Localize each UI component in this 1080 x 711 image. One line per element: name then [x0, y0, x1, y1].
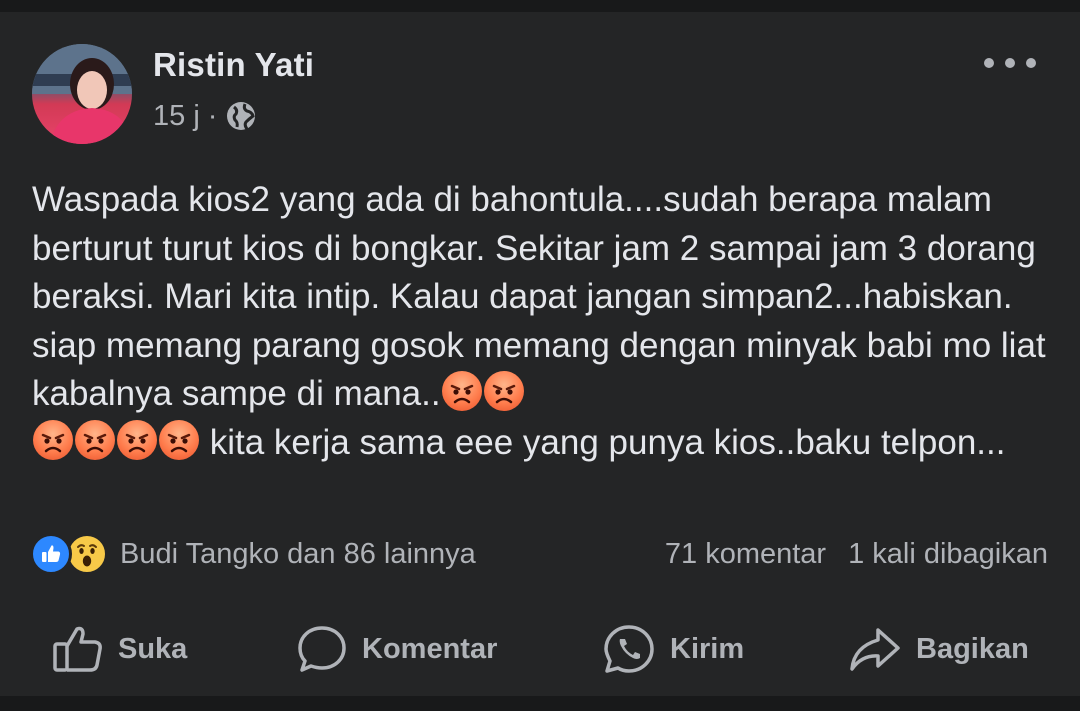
more-options-button[interactable] [984, 52, 1036, 74]
reactions-summary[interactable]: Budi Tangko dan 86 lainnya [30, 532, 476, 576]
comment-count[interactable]: 71 komentar [665, 538, 826, 571]
angry-face-emoji [33, 419, 73, 460]
angry-face-emoji [159, 419, 199, 460]
globe-icon [225, 100, 257, 132]
like-icon [30, 533, 72, 575]
share-arrow-icon [848, 624, 902, 674]
angry-face-emoji [75, 419, 115, 460]
like-button[interactable]: Suka [52, 622, 187, 676]
avatar[interactable] [32, 44, 132, 144]
angry-face-emoji [441, 371, 482, 411]
meta-separator: · [207, 99, 218, 132]
share-count[interactable]: 1 kali dibagikan [848, 538, 1048, 571]
comment-bubble-icon [296, 624, 348, 674]
more-dot-icon [984, 58, 994, 68]
post-meta: 15 j · [153, 98, 257, 134]
post-text-part-2: kita kerja sama eee yang punya kios..bak… [200, 422, 1006, 462]
avatar-photo [32, 44, 132, 144]
post-text: Waspada kios2 yang ada di bahontula....s… [32, 176, 1062, 467]
share-label: Bagikan [916, 632, 1029, 665]
comment-button[interactable]: Komentar [296, 622, 497, 676]
action-bar: Suka Komentar Kirim Bagikan [0, 610, 1080, 690]
thumbs-up-icon [52, 624, 104, 674]
more-dot-icon [1005, 58, 1015, 68]
angry-face-emoji [117, 419, 157, 460]
engagement-stats: 71 komentar 1 kali dibagikan [665, 532, 1048, 576]
more-dot-icon [1026, 58, 1036, 68]
reaction-names[interactable]: Budi Tangko dan 86 lainnya [120, 538, 476, 571]
send-button[interactable]: Kirim [602, 622, 744, 676]
like-label: Suka [118, 632, 188, 665]
share-button[interactable]: Bagikan [848, 622, 1029, 676]
comment-label: Komentar [362, 632, 498, 665]
post-text-part-1: Waspada kios2 yang ada di bahontula....s… [32, 180, 1056, 413]
author-name[interactable]: Ristin Yati [153, 46, 314, 84]
post-timestamp[interactable]: 15 j [153, 100, 200, 133]
send-label: Kirim [670, 632, 745, 665]
angry-face-emoji [483, 371, 524, 411]
post-card: Ristin Yati 15 j · Waspada kios2 yang ad… [0, 12, 1080, 696]
wow-icon [66, 533, 108, 575]
whatsapp-icon [602, 623, 656, 675]
